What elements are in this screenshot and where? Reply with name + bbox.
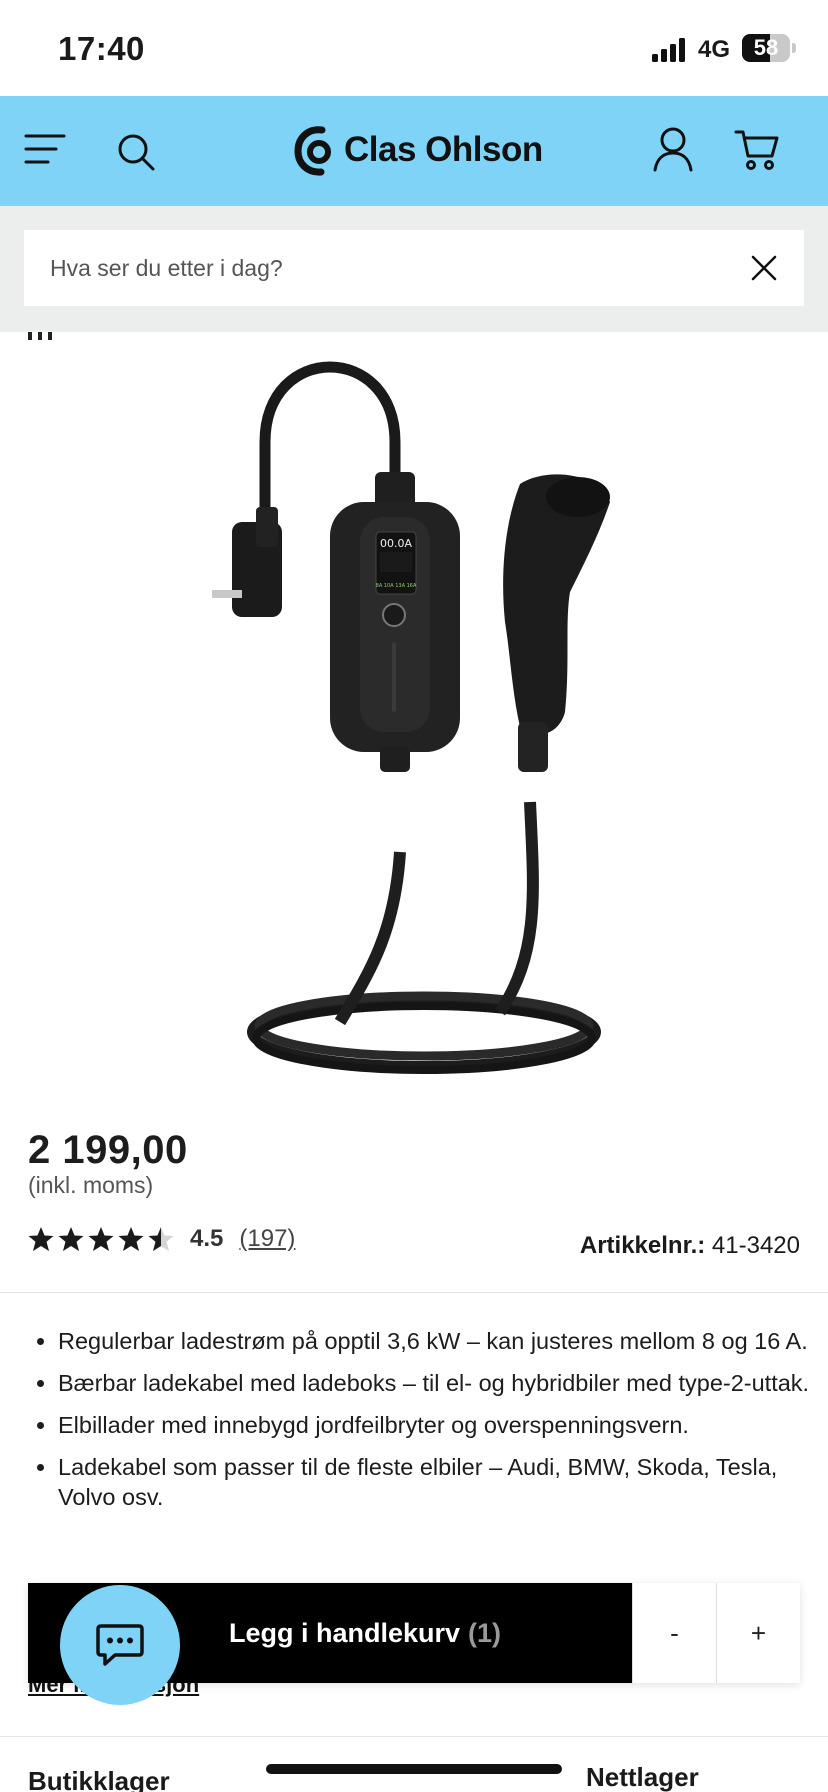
brand-logo[interactable]: Clas Ohlson xyxy=(292,122,543,178)
status-time: 17:40 xyxy=(58,30,145,67)
product-price: 2 199,00 xyxy=(28,1128,188,1172)
ev-charger-product-image: 00.0A 8A 10A 13A 16A xyxy=(212,361,610,1074)
account-icon[interactable] xyxy=(652,126,694,172)
feature-item: Bærbar ladekabel med ladeboks – til el- … xyxy=(58,1368,810,1398)
star-icon xyxy=(118,1227,144,1251)
menu-icon[interactable] xyxy=(24,132,66,166)
search-input[interactable] xyxy=(50,230,710,306)
article-number-value: 41-3420 xyxy=(711,1232,800,1259)
article-number-label: Artikkelnr.: xyxy=(579,1232,706,1259)
brand-name: Clas Ohlson xyxy=(344,130,543,169)
vat-note: (inkl. moms) xyxy=(28,1172,154,1198)
decrease-quantity-button[interactable]: - xyxy=(632,1583,716,1683)
battery-icon: 58 xyxy=(742,34,790,62)
review-count-link[interactable]: (197) xyxy=(239,1225,295,1253)
network-type: 4G xyxy=(698,36,731,63)
battery-tip xyxy=(792,43,796,53)
divider xyxy=(0,1736,828,1737)
product-rating: 4.5 (197) xyxy=(28,1222,295,1256)
star-icon xyxy=(148,1227,174,1251)
home-indicator xyxy=(266,1764,562,1774)
product-features: Regulerbar ladestrøm på opptil 3,6 kW – … xyxy=(58,1326,810,1524)
signal-icon xyxy=(652,38,685,62)
device-display-levels: 8A 10A 13A 16A xyxy=(376,583,417,589)
device-display-current: 00.0A xyxy=(380,537,412,550)
feature-item: Ladekabel som passer til de fleste elbil… xyxy=(58,1452,810,1512)
clas-ohlson-logo-icon xyxy=(294,126,331,176)
rating-value: 4.5 xyxy=(190,1225,224,1252)
close-icon[interactable] xyxy=(750,254,778,282)
online-stock-heading: Nettlager xyxy=(586,1762,699,1792)
feature-item: Regulerbar ladestrøm på opptil 3,6 kW – … xyxy=(58,1326,810,1356)
add-to-cart-label: Legg i handlekurv xyxy=(228,1617,461,1648)
increase-quantity-button[interactable]: + xyxy=(716,1583,800,1683)
chat-icon xyxy=(96,1624,144,1666)
article-number: Artikkelnr.: 41-3420 xyxy=(580,1232,800,1260)
search-box xyxy=(24,230,804,306)
status-bar: 17:40 4G 58 xyxy=(0,0,828,96)
star-icon xyxy=(58,1227,84,1251)
cart-icon[interactable] xyxy=(734,128,780,172)
feature-item: Elbillader med innebygd jordfeilbryter o… xyxy=(58,1410,810,1440)
star-icon xyxy=(88,1227,114,1251)
search-bar xyxy=(0,206,828,332)
star-rating xyxy=(28,1226,174,1252)
search-icon[interactable] xyxy=(116,132,156,172)
battery-percent: 58 xyxy=(753,35,779,60)
site-header: Clas Ohlson xyxy=(0,96,828,206)
chat-button[interactable] xyxy=(60,1585,180,1705)
product-image-area[interactable]: 00.0A 8A 10A 13A 16A xyxy=(0,332,828,1092)
star-icon xyxy=(28,1227,54,1251)
store-stock-heading: Butikklager xyxy=(28,1766,170,1792)
cart-quantity: (1) xyxy=(468,1617,502,1648)
divider xyxy=(0,1292,828,1293)
